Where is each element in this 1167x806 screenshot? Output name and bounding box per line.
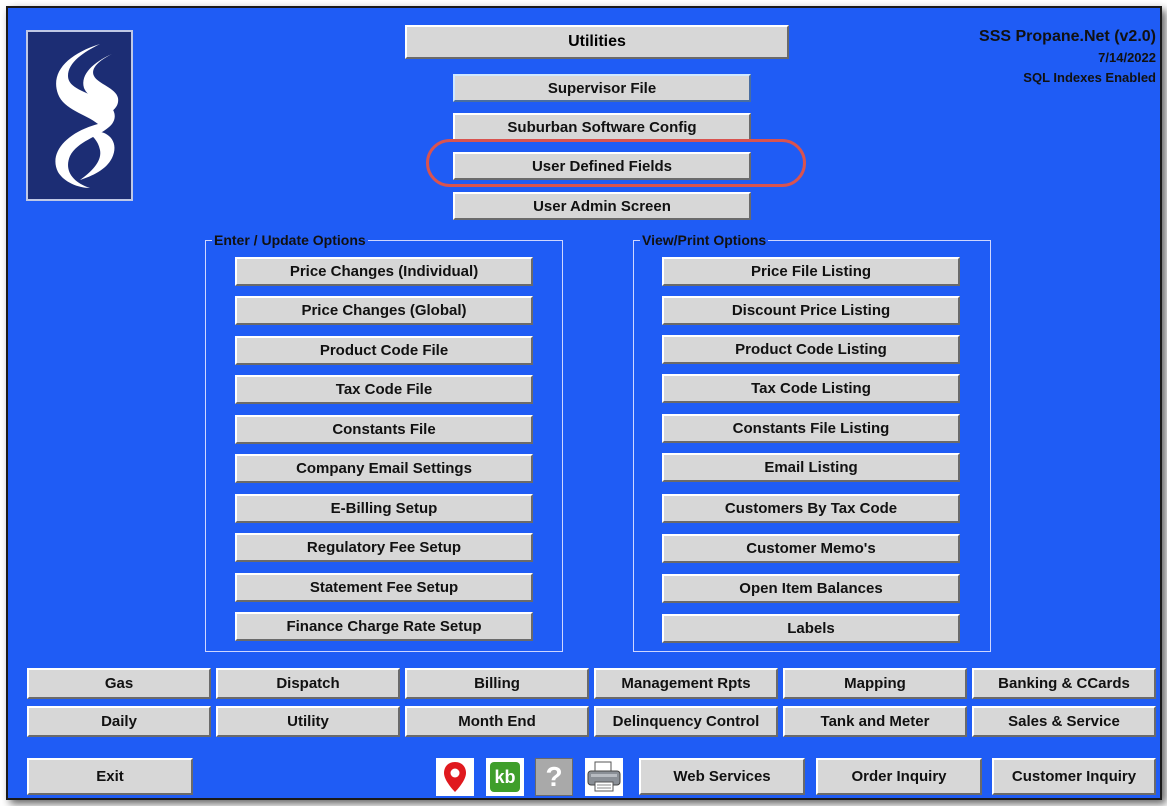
discount-price-listing-button[interactable]: Discount Price Listing	[662, 296, 960, 325]
price-changes-individual-button[interactable]: Price Changes (Individual)	[235, 257, 533, 286]
product-code-file-button[interactable]: Product Code File	[235, 336, 533, 365]
e-billing-setup-button[interactable]: E-Billing Setup	[235, 494, 533, 523]
help-icon[interactable]: ?	[535, 758, 573, 796]
company-logo	[26, 30, 133, 201]
nav-delinquency-control-button[interactable]: Delinquency Control	[594, 706, 778, 737]
nav-gas-button[interactable]: Gas	[27, 668, 211, 699]
page-title: Utilities	[405, 25, 789, 59]
enter-update-options-label: Enter / Update Options	[212, 232, 368, 248]
web-services-button[interactable]: Web Services	[639, 758, 805, 795]
customer-memos-button[interactable]: Customer Memo's	[662, 534, 960, 563]
view-print-options-label: View/Print Options	[640, 232, 769, 248]
nav-billing-button[interactable]: Billing	[405, 668, 589, 699]
constants-file-listing-button[interactable]: Constants File Listing	[662, 414, 960, 443]
open-item-balances-button[interactable]: Open Item Balances	[662, 574, 960, 603]
company-email-settings-button[interactable]: Company Email Settings	[235, 454, 533, 483]
customer-inquiry-button[interactable]: Customer Inquiry	[992, 758, 1156, 795]
app-name: SSS Propane.Net (v2.0)	[979, 28, 1156, 45]
statement-fee-setup-button[interactable]: Statement Fee Setup	[235, 573, 533, 602]
labels-button[interactable]: Labels	[662, 614, 960, 643]
printer-icon[interactable]	[585, 758, 623, 796]
help-icon-glyph: ?	[545, 761, 563, 792]
tax-code-file-button[interactable]: Tax Code File	[235, 375, 533, 404]
finance-charge-rate-setup-button[interactable]: Finance Charge Rate Setup	[235, 612, 533, 641]
email-listing-button[interactable]: Email Listing	[662, 453, 960, 482]
sql-status: SQL Indexes Enabled	[1023, 70, 1156, 85]
regulatory-fee-setup-button[interactable]: Regulatory Fee Setup	[235, 533, 533, 562]
price-file-listing-button[interactable]: Price File Listing	[662, 257, 960, 286]
kb-icon[interactable]: kb	[486, 758, 524, 796]
nav-dispatch-button[interactable]: Dispatch	[216, 668, 400, 699]
kb-icon-label: kb	[490, 762, 520, 792]
price-changes-global-button[interactable]: Price Changes (Global)	[235, 296, 533, 325]
user-defined-fields-button[interactable]: User Defined Fields	[453, 152, 751, 180]
nav-banking-ccards-button[interactable]: Banking & CCards	[972, 668, 1156, 699]
tax-code-listing-button[interactable]: Tax Code Listing	[662, 374, 960, 403]
product-code-listing-button[interactable]: Product Code Listing	[662, 335, 960, 364]
supervisor-file-button[interactable]: Supervisor File	[453, 74, 751, 102]
suburban-software-config-button[interactable]: Suburban Software Config	[453, 113, 751, 141]
nav-daily-button[interactable]: Daily	[27, 706, 211, 737]
customers-by-tax-code-button[interactable]: Customers By Tax Code	[662, 494, 960, 523]
user-admin-screen-button[interactable]: User Admin Screen	[453, 192, 751, 220]
nav-management-rpts-button[interactable]: Management Rpts	[594, 668, 778, 699]
constants-file-button[interactable]: Constants File	[235, 415, 533, 444]
nav-mapping-button[interactable]: Mapping	[783, 668, 967, 699]
nav-tank-and-meter-button[interactable]: Tank and Meter	[783, 706, 967, 737]
nav-sales-service-button[interactable]: Sales & Service	[972, 706, 1156, 737]
app-date: 7/14/2022	[1098, 50, 1156, 65]
exit-button[interactable]: Exit	[27, 758, 193, 795]
order-inquiry-button[interactable]: Order Inquiry	[816, 758, 982, 795]
nav-month-end-button[interactable]: Month End	[405, 706, 589, 737]
nav-utility-button[interactable]: Utility	[216, 706, 400, 737]
map-pin-icon[interactable]	[436, 758, 474, 796]
utilities-window: Utilities SSS Propane.Net (v2.0) 7/14/20…	[6, 6, 1162, 800]
